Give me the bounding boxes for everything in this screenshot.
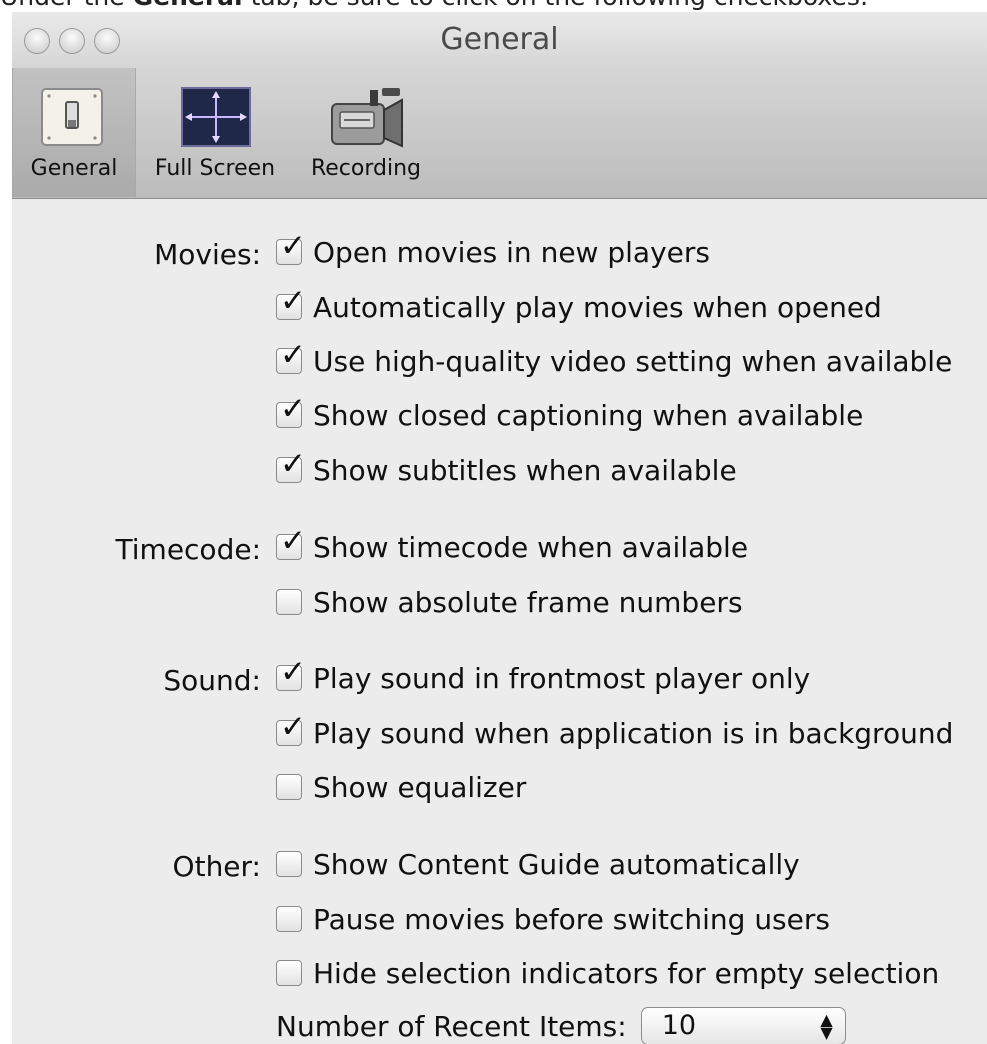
option-label: Show closed captioning when available <box>313 398 864 432</box>
option-show-equalizer[interactable]: Show equalizer <box>276 770 526 804</box>
camcorder-icon <box>331 88 403 148</box>
recent-items-value: 10 <box>661 1010 697 1041</box>
checkbox[interactable]: ✓ <box>276 394 306 428</box>
checkmark-icon: ✓ <box>280 391 306 427</box>
movies-section-label: Movies: <box>154 238 261 271</box>
instruction-caption: Under the General tab, be sure to click … <box>0 0 987 12</box>
title-bar[interactable]: General <box>12 12 987 68</box>
option-label: Play sound in frontmost player only <box>313 661 811 695</box>
checkbox[interactable] <box>276 774 302 800</box>
option-pause-before-switching[interactable]: Pause movies before switching users <box>276 902 830 936</box>
option-sound-frontmost-only[interactable]: ✓ Play sound in frontmost player only <box>276 657 811 695</box>
up-down-arrows-icon: ▲ ▼ <box>820 1010 833 1042</box>
caption-suffix: tab, be sure to click on the following c… <box>251 0 869 11</box>
option-auto-play-movies[interactable]: ✓ Automatically play movies when opened <box>276 286 882 324</box>
checkmark-icon: ✓ <box>280 523 306 559</box>
option-label: Show subtitles when available <box>313 453 737 487</box>
option-label: Pause movies before switching users <box>313 902 830 936</box>
window-title: General <box>440 22 559 57</box>
checkmark-icon: ✓ <box>280 654 306 690</box>
checkbox[interactable]: ✓ <box>276 449 306 483</box>
option-label: Open movies in new players <box>313 235 710 269</box>
checkbox[interactable]: ✓ <box>276 340 306 374</box>
fullscreen-arrows-icon <box>181 87 251 147</box>
tab-full-screen[interactable]: Full Screen <box>135 68 295 197</box>
checkbox[interactable]: ✓ <box>276 286 306 320</box>
tab-general[interactable]: General <box>12 68 136 197</box>
checkbox[interactable] <box>276 589 302 615</box>
option-label: Show timecode when available <box>313 530 749 564</box>
caption-tab-name: General <box>133 0 243 11</box>
timecode-section-label: Timecode: <box>115 533 261 566</box>
recent-items-popup[interactable]: 10 ▲ ▼ <box>640 1007 846 1044</box>
option-label: Play sound when application is in backgr… <box>313 716 954 750</box>
tab-general-label: General <box>30 156 118 181</box>
sound-section-label: Sound: <box>163 664 261 697</box>
checkbox[interactable]: ✓ <box>276 657 306 691</box>
switch-icon <box>41 88 103 146</box>
option-sound-in-background[interactable]: ✓ Play sound when application is in backg… <box>276 712 954 750</box>
checkbox[interactable]: ✓ <box>276 526 306 560</box>
checkmark-icon: ✓ <box>280 283 306 319</box>
checkmark-icon: ✓ <box>280 446 306 482</box>
checkbox[interactable]: ✓ <box>276 712 306 746</box>
checkbox[interactable] <box>276 851 302 877</box>
caption-prefix: Under the <box>0 0 125 11</box>
option-label: Show Content Guide automatically <box>313 847 800 881</box>
option-label: Hide selection indicators for empty sele… <box>313 956 940 990</box>
tab-recording[interactable]: Recording <box>296 68 436 197</box>
option-hide-selection-indicators[interactable]: Hide selection indicators for empty sele… <box>276 956 939 990</box>
checkmark-icon: ✓ <box>280 228 306 264</box>
option-label: Show absolute frame numbers <box>313 585 743 619</box>
option-show-subtitles[interactable]: ✓ Show subtitles when available <box>276 449 737 487</box>
checkmark-icon: ✓ <box>280 709 306 745</box>
option-closed-captioning[interactable]: ✓ Show closed captioning when available <box>276 394 864 432</box>
preferences-window: General General Full Screen Recording Mo… <box>12 12 987 1044</box>
recent-items-row: Number of Recent Items: 10 ▲ ▼ <box>276 1006 846 1044</box>
option-label: Automatically play movies when opened <box>313 290 882 324</box>
option-show-timecode[interactable]: ✓ Show timecode when available <box>276 526 749 564</box>
other-section-label: Other: <box>172 850 261 883</box>
checkmark-icon: ✓ <box>280 337 306 373</box>
tab-recording-label: Recording <box>310 156 422 181</box>
option-label: Show equalizer <box>313 770 527 804</box>
option-open-movies-new-players[interactable]: ✓ Open movies in new players <box>276 231 710 269</box>
tab-full-screen-label: Full Screen <box>154 156 276 181</box>
checkbox[interactable]: ✓ <box>276 231 306 265</box>
option-high-quality-video[interactable]: ✓ Use high-quality video setting when ava… <box>276 340 953 378</box>
option-content-guide[interactable]: Show Content Guide automatically <box>276 847 800 881</box>
preferences-toolbar: General Full Screen Recording <box>12 68 987 199</box>
checkbox[interactable] <box>276 960 302 986</box>
recent-items-label: Number of Recent Items: <box>276 1009 627 1043</box>
checkbox[interactable] <box>276 906 302 932</box>
option-absolute-frame-numbers[interactable]: Show absolute frame numbers <box>276 585 743 619</box>
option-label: Use high-quality video setting when avai… <box>313 344 953 378</box>
